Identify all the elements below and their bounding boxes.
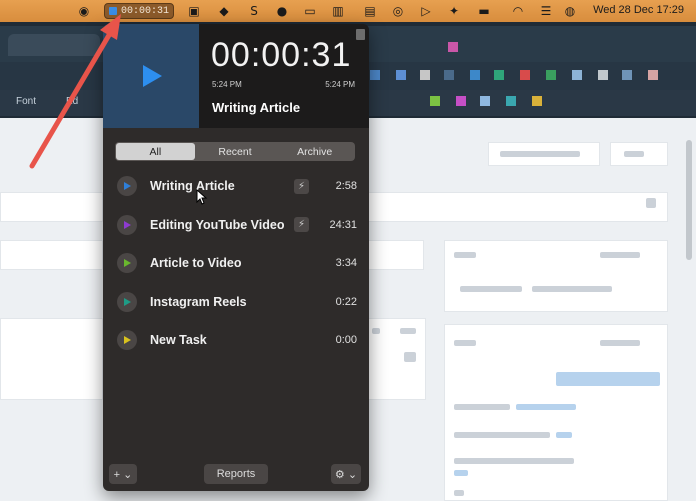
annotation-arrow bbox=[29, 14, 121, 169]
mouse-cursor-icon bbox=[196, 189, 208, 205]
